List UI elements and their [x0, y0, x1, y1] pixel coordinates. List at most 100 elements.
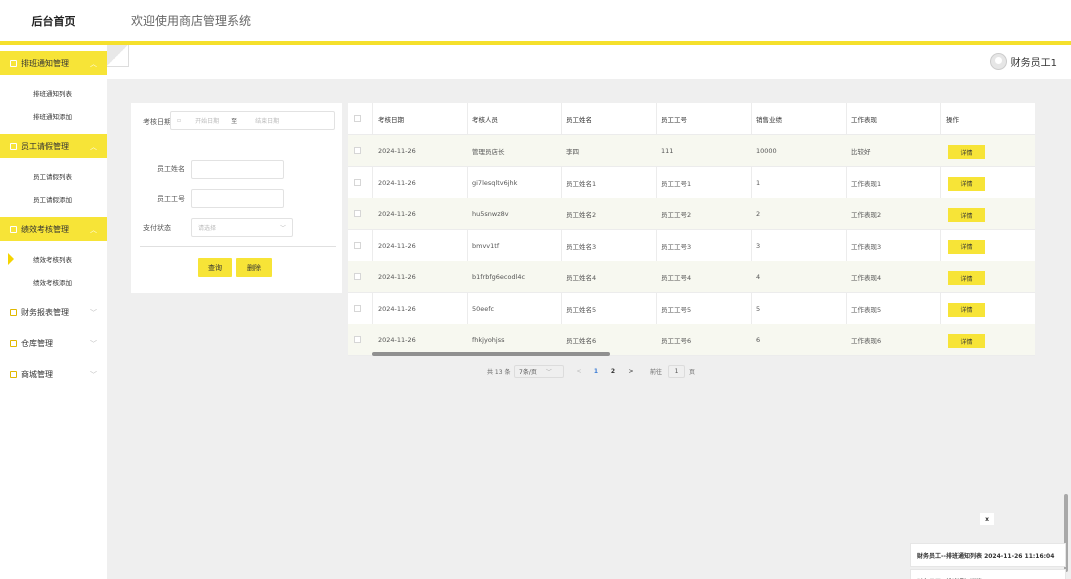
table-cell: 2024-11-26 — [378, 178, 416, 187]
header-cell[interactable]: 员工姓名 — [566, 103, 592, 135]
sidebar-group-performance[interactable]: 绩效考核管理 ︿ — [0, 217, 107, 241]
header-cell[interactable]: 考核日期 — [378, 103, 404, 135]
sub-header — [107, 45, 1071, 79]
chevron-up-icon: ︿ — [90, 60, 97, 68]
sidebar-item-performance-list[interactable]: 绩效考核列表 — [0, 249, 107, 269]
table-cell: gi7lesqltv6jhk — [472, 178, 518, 187]
row-checkbox[interactable] — [354, 336, 361, 343]
header-cell: 操作 — [946, 116, 959, 124]
sidebar-group-finance[interactable]: 财务报表管理 ﹀ — [0, 300, 107, 324]
row-checkbox[interactable] — [354, 273, 361, 280]
cart-icon — [10, 370, 17, 378]
table-row: 2024-11-26 50eefc 员工姓名5 员工工号5 5 工作表现5 详情 — [348, 293, 1035, 325]
sidebar-group-label: 仓库管理 — [21, 338, 53, 348]
select-all-checkbox[interactable] — [354, 115, 361, 122]
start-date-input[interactable]: 开始日期 — [195, 116, 231, 125]
notification-item[interactable]: 财务员工--排班通知详情 2024-11-26 11:16:05 — [910, 569, 1066, 579]
sidebar-item-leave-list[interactable]: 员工请假列表 — [0, 166, 107, 186]
table-cell: 工作表现5 — [851, 305, 882, 314]
row-checkbox[interactable] — [354, 147, 361, 154]
sidebar-item-schedule-add[interactable]: 排班通知添加 — [0, 106, 107, 126]
payment-status-select[interactable]: 请选择 ﹀ — [191, 218, 293, 237]
table-cell: b1frbfg6ecodl4c — [472, 273, 526, 281]
row-checkbox[interactable] — [354, 241, 361, 249]
home-link[interactable]: 后台首页 — [0, 0, 107, 41]
table-cell: 员工工号1 — [661, 179, 692, 188]
page-suffix: 页 — [689, 369, 696, 376]
row-checkbox[interactable] — [354, 210, 361, 217]
table-cell: 员工姓名2 — [566, 211, 597, 219]
table-cell: 员工姓名3 — [566, 242, 597, 251]
table-cell: 2024-11-26 — [378, 241, 416, 250]
row-checkbox[interactable] — [354, 304, 361, 312]
table-row: 2024-11-26 b1frbfg6ecodl4c 员工姓名4 员工工号4 4 工作表现… — [348, 261, 1035, 293]
close-notification-button[interactable]: x — [980, 513, 994, 525]
query-button[interactable]: 查询 — [198, 258, 232, 277]
goto-page-input[interactable]: 1 — [668, 365, 685, 378]
table-cell: 工作表现6 — [851, 337, 882, 345]
table-cell: 2 — [756, 210, 761, 218]
detail-button[interactable]: 详情 — [948, 334, 985, 348]
sidebar-group-warehouse[interactable]: 仓库管理 ﹀ — [0, 331, 107, 355]
notification-item[interactable]: 财务员工--排班通知列表 2024-11-26 11:16:04 — [910, 543, 1066, 567]
table-cell: 员工工号6 — [661, 337, 692, 345]
collapse-toggle[interactable] — [107, 45, 129, 67]
performance-table: 考核日期 考核人员 员工姓名 员工工号 销售业绩 工作表现 操作 2024-11… — [348, 103, 1035, 356]
table-cell: hu5snwz8v — [472, 210, 509, 218]
detail-button[interactable]: 详情 — [948, 176, 985, 191]
sidebar-item-leave-add[interactable]: 员工请假添加 — [0, 189, 107, 209]
date-range-picker[interactable]: ▫ 开始日期 至 结束日期 — [170, 111, 335, 130]
folder-icon — [10, 225, 17, 233]
date-label: 考核日期 — [143, 118, 171, 126]
sidebar-group-leave[interactable]: 员工请假管理 ︿ — [0, 134, 107, 158]
employee-name-input[interactable] — [191, 160, 284, 179]
detail-button[interactable]: 详情 — [948, 271, 985, 285]
sidebar-group-label: 商城管理 — [21, 369, 53, 379]
detail-button[interactable]: 详情 — [948, 145, 985, 159]
user-menu[interactable]: 财务员工1 — [989, 53, 1057, 70]
header-cell[interactable]: 考核人员 — [472, 103, 498, 135]
folder-icon — [10, 339, 17, 347]
table-cell: 员工工号3 — [661, 242, 692, 251]
table-cell: 员工工号4 — [661, 274, 692, 282]
sidebar-group-label: 财务报表管理 — [21, 307, 69, 317]
row-checkbox[interactable] — [354, 178, 361, 186]
page-size-select[interactable]: 7条/页 ﹀ — [514, 365, 564, 378]
chevron-down-icon: ﹀ — [90, 340, 97, 348]
table-cell: 10000 — [756, 147, 777, 155]
page-number[interactable]: 1 — [591, 365, 601, 378]
table-cell: 2024-11-26 — [378, 147, 416, 155]
chevron-down-icon: ﹀ — [545, 369, 552, 376]
header-cell[interactable]: 销售业绩 — [756, 103, 782, 135]
sidebar-group-mall[interactable]: 商城管理 ﹀ — [0, 362, 107, 386]
end-date-input[interactable]: 结束日期 — [255, 116, 279, 125]
table-cell: 员工工号5 — [661, 305, 692, 314]
prev-page-button[interactable]: < — [574, 365, 584, 378]
header-cell[interactable]: 员工工号 — [661, 103, 687, 135]
detail-button[interactable]: 详情 — [948, 239, 985, 254]
delete-button[interactable]: 删除 — [236, 258, 272, 277]
detail-button[interactable]: 详情 — [948, 208, 985, 222]
chevron-up-icon: ︿ — [90, 143, 97, 151]
sidebar-group-schedule[interactable]: 排班通知管理 ︿ — [0, 51, 107, 75]
table-horizontal-scrollbar[interactable] — [372, 352, 610, 356]
system-title: 欢迎使用商店管理系统 — [131, 14, 252, 28]
employee-id-input[interactable] — [191, 189, 284, 208]
goto-label: 前往 — [650, 369, 663, 376]
next-page-button[interactable]: > — [626, 365, 636, 378]
folder-icon — [10, 308, 17, 316]
sidebar-item-schedule-list[interactable]: 排班通知列表 — [0, 83, 107, 103]
table-cell: 工作表现3 — [851, 242, 882, 251]
sidebar-group-label: 绩效考核管理 — [21, 224, 69, 234]
table-cell: 3 — [756, 241, 761, 250]
table-cell: 李四 — [566, 148, 579, 156]
user-name: 财务员工1 — [1010, 58, 1057, 69]
detail-button[interactable]: 详情 — [948, 302, 985, 317]
table-cell: 管理员店长 — [472, 148, 505, 156]
header-cell[interactable]: 工作表现 — [851, 103, 877, 135]
status-label: 支付状态 — [143, 224, 171, 232]
sidebar-item-performance-add[interactable]: 绩效考核添加 — [0, 272, 107, 292]
calendar-icon: ▫ — [177, 117, 182, 124]
page-number[interactable]: 2 — [608, 365, 618, 378]
sidebar-group-label: 排班通知管理 — [21, 58, 69, 68]
